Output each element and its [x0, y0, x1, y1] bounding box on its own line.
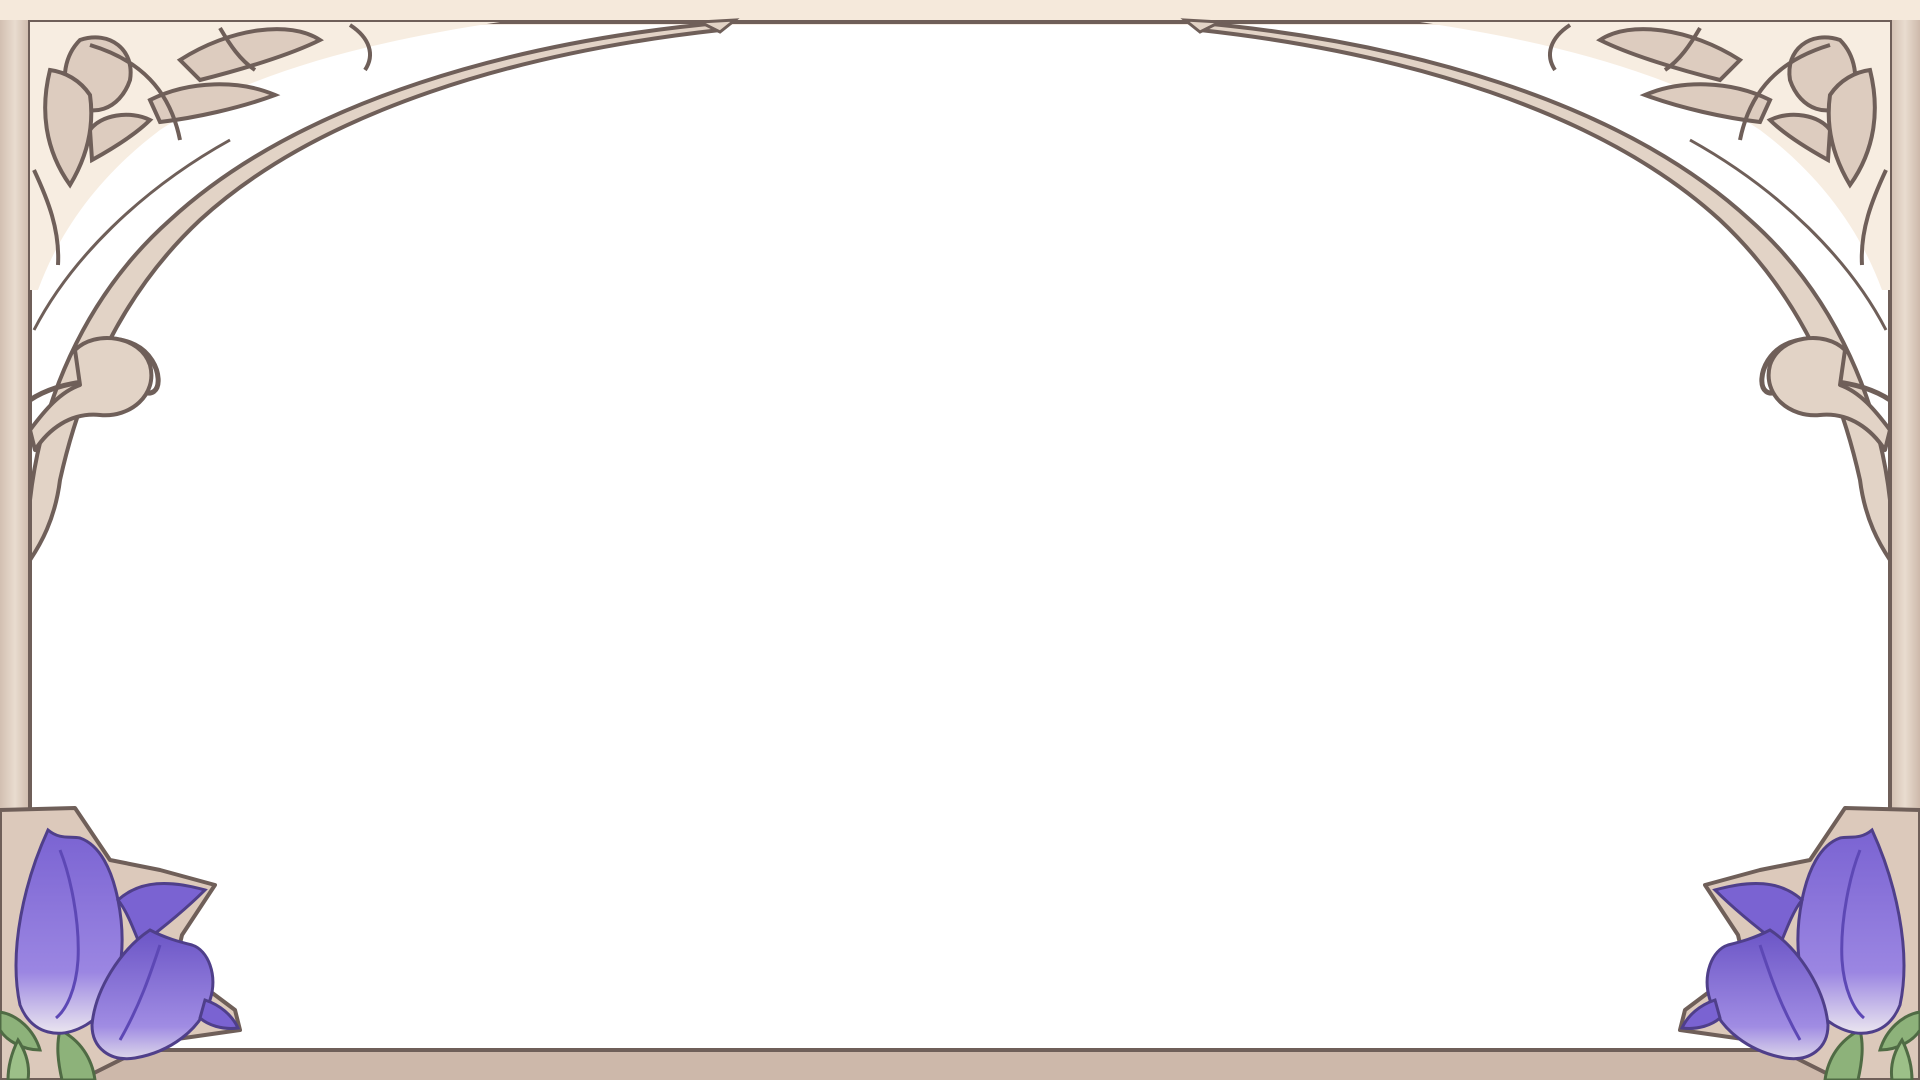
ornamental-frame	[0, 0, 1920, 1080]
frame-artwork	[0, 0, 1920, 1080]
frame-inner-outline	[28, 20, 1892, 1052]
bottom-right-flowers-icon	[1678, 806, 1920, 1080]
top-right-ornament-icon	[1190, 22, 1890, 560]
frame-border	[0, 0, 1920, 1080]
frame-bottom-band	[0, 1048, 1920, 1080]
top-left-ornament-icon	[30, 22, 730, 560]
frame-top-band	[0, 0, 1920, 20]
bottom-left-flowers-icon	[0, 806, 242, 1080]
